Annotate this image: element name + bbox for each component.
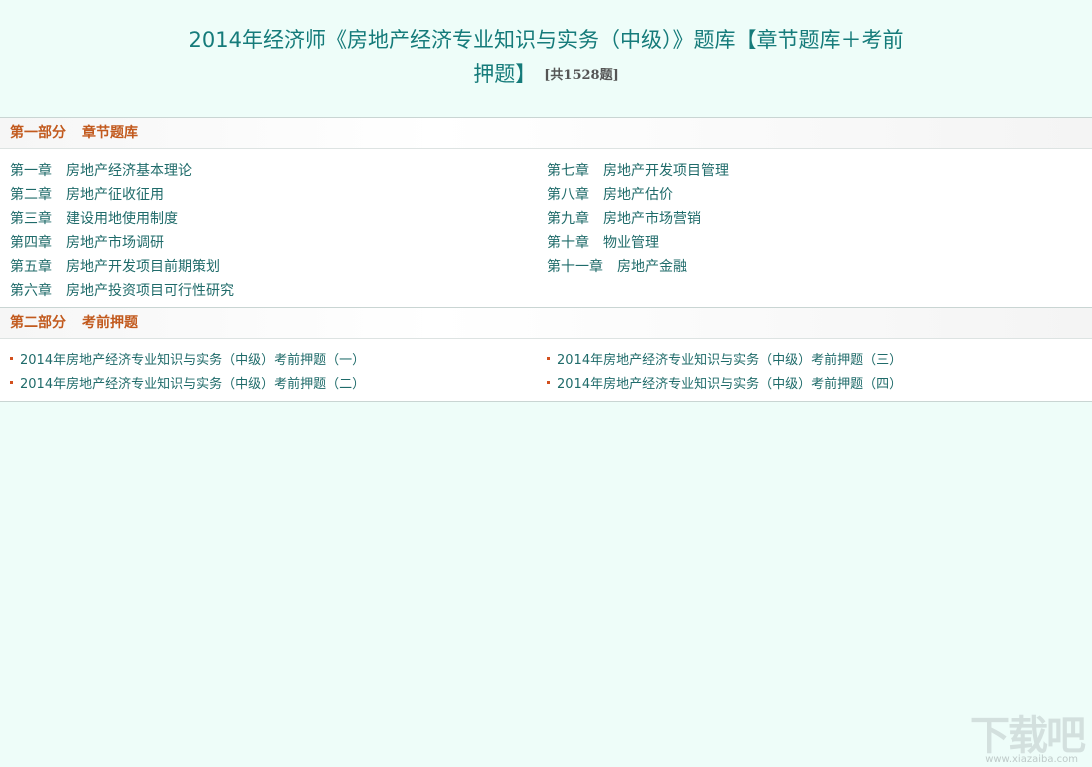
pre-exam-title: 2014年房地产经济专业知识与实务（中级）考前押题（四）	[557, 377, 903, 392]
chapter-title: 建设用地使用制度	[66, 211, 178, 227]
question-count: [共1528题]	[544, 68, 619, 83]
chapter-link[interactable]: 第五章 房地产开发项目前期策划	[0, 255, 537, 279]
chapter-link[interactable]: 第八章 房地产估价	[537, 183, 1092, 207]
bullet-icon	[547, 357, 550, 360]
chapter-link[interactable]: 第十章 物业管理	[537, 231, 1092, 255]
section-title: 考前押题	[82, 315, 138, 331]
chapter-title: 房地产征收征用	[66, 187, 164, 203]
chapter-number: 第十章	[547, 235, 589, 251]
chapter-link[interactable]: 第一章 房地产经济基本理论	[0, 159, 537, 183]
pre-exam-link[interactable]: 2014年房地产经济专业知识与实务（中级）考前押题（一）	[0, 349, 537, 373]
bullet-icon	[10, 357, 13, 360]
chapter-number: 第八章	[547, 187, 589, 203]
chapter-title: 房地产金融	[617, 259, 687, 275]
bullet-icon	[10, 381, 13, 384]
chapter-title: 物业管理	[603, 235, 659, 251]
page-title-line2: 押题】 [共1528题]	[0, 59, 1092, 91]
chapter-link[interactable]: 第十一章 房地产金融	[537, 255, 1092, 279]
chapter-number: 第四章	[10, 235, 52, 251]
bullet-icon	[547, 381, 550, 384]
chapter-number: 第九章	[547, 211, 589, 227]
chapter-link[interactable]: 第二章 房地产征收征用	[0, 183, 537, 207]
chapter-title: 房地产市场营销	[603, 211, 701, 227]
section-part-label: 第一部分	[10, 125, 66, 141]
chapter-link[interactable]: 第七章 房地产开发项目管理	[537, 159, 1092, 183]
chapter-number: 第十一章	[547, 259, 603, 275]
pre-exam-title: 2014年房地产经济专业知识与实务（中级）考前押题（一）	[20, 353, 366, 368]
page-title-tail: 押题】	[473, 62, 537, 86]
section-heading: 第二部分 考前押题	[0, 308, 1092, 339]
chapter-number: 第二章	[10, 187, 52, 203]
chapter-number: 第三章	[10, 211, 52, 227]
pre-exam-link[interactable]: 2014年房地产经济专业知识与实务（中级）考前押题（三）	[537, 349, 1092, 373]
page-title-line1: 2014年经济师《房地产经济专业知识与实务（中级）》题库【章节题库＋考前	[188, 28, 904, 52]
section-chapter-bank: 第一部分 章节题库 第一章 房地产经济基本理论 第七章 房地产开发项目管理 第二章 房地…	[0, 117, 1092, 307]
chapter-number: 第一章	[10, 163, 52, 179]
chapter-link[interactable]: 第三章 建设用地使用制度	[0, 207, 537, 231]
chapter-title: 房地产开发项目前期策划	[66, 259, 220, 275]
pre-exam-link[interactable]: 2014年房地产经济专业知识与实务（中级）考前押题（四）	[537, 373, 1092, 397]
chapter-number: 第六章	[10, 283, 52, 299]
chapter-title: 房地产投资项目可行性研究	[66, 283, 234, 299]
section-part-label: 第二部分	[10, 315, 66, 331]
page-header: 2014年经济师《房地产经济专业知识与实务（中级）》题库【章节题库＋考前 押题】…	[0, 0, 1092, 117]
section-heading: 第一部分 章节题库	[0, 118, 1092, 149]
chapter-title: 房地产经济基本理论	[66, 163, 192, 179]
section-title: 章节题库	[82, 125, 138, 141]
pre-exam-title: 2014年房地产经济专业知识与实务（中级）考前押题（二）	[20, 377, 366, 392]
chapter-title: 房地产市场调研	[66, 235, 164, 251]
chapter-link[interactable]: 第四章 房地产市场调研	[0, 231, 537, 255]
chapter-title: 房地产估价	[603, 187, 673, 203]
chapter-title: 房地产开发项目管理	[603, 163, 729, 179]
chapter-list: 第一章 房地产经济基本理论 第七章 房地产开发项目管理 第二章 房地产征收征用 第八章…	[0, 149, 1092, 307]
chapter-link[interactable]: 第九章 房地产市场营销	[537, 207, 1092, 231]
pre-exam-list: 2014年房地产经济专业知识与实务（中级）考前押题（一） 2014年房地产经济专…	[0, 339, 1092, 401]
chapter-number: 第五章	[10, 259, 52, 275]
watermark-url: www.xiazaiba.com	[985, 754, 1078, 765]
pre-exam-title: 2014年房地产经济专业知识与实务（中级）考前押题（三）	[557, 353, 903, 368]
divider	[0, 401, 1092, 402]
section-pre-exam: 第二部分 考前押题 2014年房地产经济专业知识与实务（中级）考前押题（一） 20…	[0, 307, 1092, 401]
watermark-logo: 下载吧	[970, 713, 1086, 759]
pre-exam-link[interactable]: 2014年房地产经济专业知识与实务（中级）考前押题（二）	[0, 373, 537, 397]
chapter-number: 第七章	[547, 163, 589, 179]
chapter-link[interactable]: 第六章 房地产投资项目可行性研究	[0, 279, 537, 303]
